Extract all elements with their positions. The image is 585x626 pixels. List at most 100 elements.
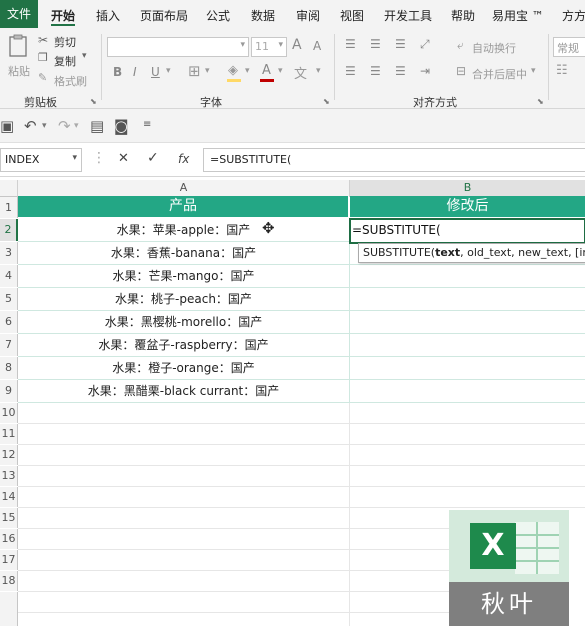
row-header[interactable]: 14 — [0, 487, 18, 507]
row-header[interactable]: 3 — [0, 242, 18, 264]
align-middle-icon[interactable]: ☰ — [370, 37, 381, 51]
drag-handle-icon[interactable]: ⋮ — [92, 150, 106, 166]
chevron-down-icon[interactable]: ▾ — [166, 66, 171, 76]
tab-developer[interactable]: 开发工具 — [384, 7, 432, 24]
align-right-icon[interactable]: ☰ — [395, 64, 406, 78]
cell-b1-header[interactable]: 修改后 — [350, 196, 585, 217]
phonetic-icon[interactable]: 文 — [294, 63, 307, 82]
borders-icon[interactable]: ⊞ — [188, 62, 201, 80]
align-left-icon[interactable]: ☰ — [345, 64, 356, 78]
cell-a4[interactable]: 水果：芒果-mango：国产 — [18, 265, 350, 288]
row-header[interactable]: 1 — [0, 197, 18, 218]
cell-a9[interactable]: 水果：黑醋栗-black currant：国产 — [18, 380, 350, 403]
row-header[interactable]: 10 — [0, 403, 18, 423]
cell-b8[interactable] — [350, 357, 585, 380]
cancel-icon[interactable]: ✕ — [118, 151, 129, 166]
row-header[interactable]: 13 — [0, 466, 18, 486]
tab-data[interactable]: 数据 — [251, 7, 275, 24]
dialog-launcher-icon[interactable]: ⬊ — [537, 97, 544, 106]
underline-button[interactable]: U — [151, 65, 160, 79]
wrap-text-button[interactable]: 自动换行 — [472, 40, 516, 56]
row-header[interactable]: 2 — [0, 219, 18, 241]
paste-button[interactable] — [8, 34, 28, 58]
align-bottom-icon[interactable]: ☰ — [395, 37, 406, 51]
cell-b2-active[interactable]: =SUBSTITUTE( — [349, 218, 585, 244]
row-header[interactable]: 8 — [0, 357, 18, 379]
insert-function-button[interactable]: fx — [178, 152, 189, 166]
chevron-down-icon[interactable]: ▾ — [205, 66, 210, 76]
dialog-launcher-icon[interactable]: ⬊ — [323, 97, 330, 106]
font-color-button[interactable]: A — [262, 63, 271, 78]
chevron-down-icon[interactable]: ▾ — [278, 66, 283, 76]
row-header[interactable]: 9 — [0, 380, 18, 402]
customize-qat-icon[interactable]: ≡ — [143, 119, 151, 130]
cell-a8[interactable]: 水果：橙子-orange：国产 — [18, 357, 350, 380]
row-header[interactable]: 11 — [0, 424, 18, 444]
cell-b7[interactable] — [350, 334, 585, 357]
cell-a7[interactable]: 水果：覆盆子-raspberry：国产 — [18, 334, 350, 357]
row-header[interactable]: 18 — [0, 571, 18, 591]
chevron-down-icon[interactable]: ▾ — [82, 51, 87, 61]
number-format-box[interactable]: 常规 — [553, 37, 585, 57]
shrink-font-button[interactable]: A — [313, 39, 321, 53]
chevron-down-icon[interactable]: ▾ — [74, 121, 79, 131]
chevron-down-icon[interactable]: ▾ — [316, 66, 321, 76]
tab-page-layout[interactable]: 页面布局 — [140, 7, 188, 24]
tab-insert[interactable]: 插入 — [96, 7, 120, 24]
column-header-a[interactable]: A — [18, 180, 350, 197]
tab-fangfang[interactable]: 方方 — [562, 7, 585, 24]
row-header[interactable]: 17 — [0, 550, 18, 570]
tooltip-arg-text[interactable]: text — [435, 246, 460, 259]
tab-file[interactable]: 文件 — [0, 0, 38, 28]
formula-input[interactable]: =SUBSTITUTE( — [203, 148, 585, 172]
align-top-icon[interactable]: ☰ — [345, 37, 356, 51]
undo-icon[interactable]: ↶ — [24, 117, 37, 135]
row-header[interactable]: 15 — [0, 508, 18, 528]
row-header[interactable]: 6 — [0, 311, 18, 333]
cut-button[interactable]: 剪切 — [54, 34, 76, 50]
row-header[interactable]: 12 — [0, 445, 18, 465]
chevron-down-icon[interactable]: ▾ — [42, 121, 47, 131]
row-header[interactable]: 4 — [0, 265, 18, 287]
tab-help[interactable]: 帮助 — [451, 7, 475, 24]
tab-formulas[interactable]: 公式 — [206, 7, 230, 24]
cell-a2[interactable]: 水果：苹果-apple：国产 — [18, 219, 350, 242]
tab-review[interactable]: 审阅 — [296, 7, 320, 24]
indent-icon[interactable]: ⇥ — [420, 64, 430, 78]
bold-button[interactable]: B — [113, 65, 122, 79]
tab-yiyongbao[interactable]: 易用宝 ™ — [492, 7, 544, 24]
cell-a5[interactable]: 水果：桃子-peach：国产 — [18, 288, 350, 311]
tab-home[interactable]: 开始 — [51, 7, 75, 24]
cell-a6[interactable]: 水果：黑樱桃-morello：国产 — [18, 311, 350, 334]
row-header[interactable]: 5 — [0, 288, 18, 310]
orientation-icon[interactable]: ⤢ — [420, 37, 430, 52]
merge-center-button[interactable]: 合并后居中 — [472, 66, 527, 82]
fill-color-icon[interactable]: ◈ — [228, 63, 238, 78]
grow-font-button[interactable]: A — [292, 37, 302, 53]
tooltip-function[interactable]: SUBSTITUTE( — [363, 246, 435, 259]
row-header[interactable]: 16 — [0, 529, 18, 549]
copy-button[interactable]: 复制 — [54, 53, 76, 69]
form-icon[interactable]: ▤ — [90, 117, 104, 135]
italic-button[interactable]: I — [133, 65, 137, 79]
select-all-corner[interactable] — [0, 180, 18, 197]
dialog-launcher-icon[interactable]: ⬊ — [90, 97, 97, 106]
cell-a3[interactable]: 水果：香蕉-banana：国产 — [18, 242, 350, 265]
row-header[interactable]: 7 — [0, 334, 18, 356]
enter-icon[interactable]: ✓ — [147, 150, 159, 166]
font-name-box[interactable]: ▾ — [107, 37, 249, 57]
currency-icon[interactable]: ☷ — [556, 63, 568, 78]
camera-icon[interactable]: ◙ — [114, 117, 129, 135]
cell-a1-header[interactable]: 产品 — [18, 196, 349, 217]
cell-b5[interactable] — [350, 288, 585, 311]
cell-b6[interactable] — [350, 311, 585, 334]
cell-b9[interactable] — [350, 380, 585, 403]
chevron-down-icon[interactable]: ▾ — [531, 66, 536, 76]
name-box[interactable]: INDEX ▾ — [0, 148, 82, 172]
align-center-icon[interactable]: ☰ — [370, 64, 381, 78]
save-icon[interactable]: ▣ — [0, 117, 14, 135]
font-size-box[interactable]: 11 ▾ — [251, 37, 287, 57]
tab-view[interactable]: 视图 — [340, 7, 364, 24]
format-painter-button[interactable]: 格式刷 — [54, 73, 87, 89]
cell-b4[interactable] — [350, 265, 585, 288]
